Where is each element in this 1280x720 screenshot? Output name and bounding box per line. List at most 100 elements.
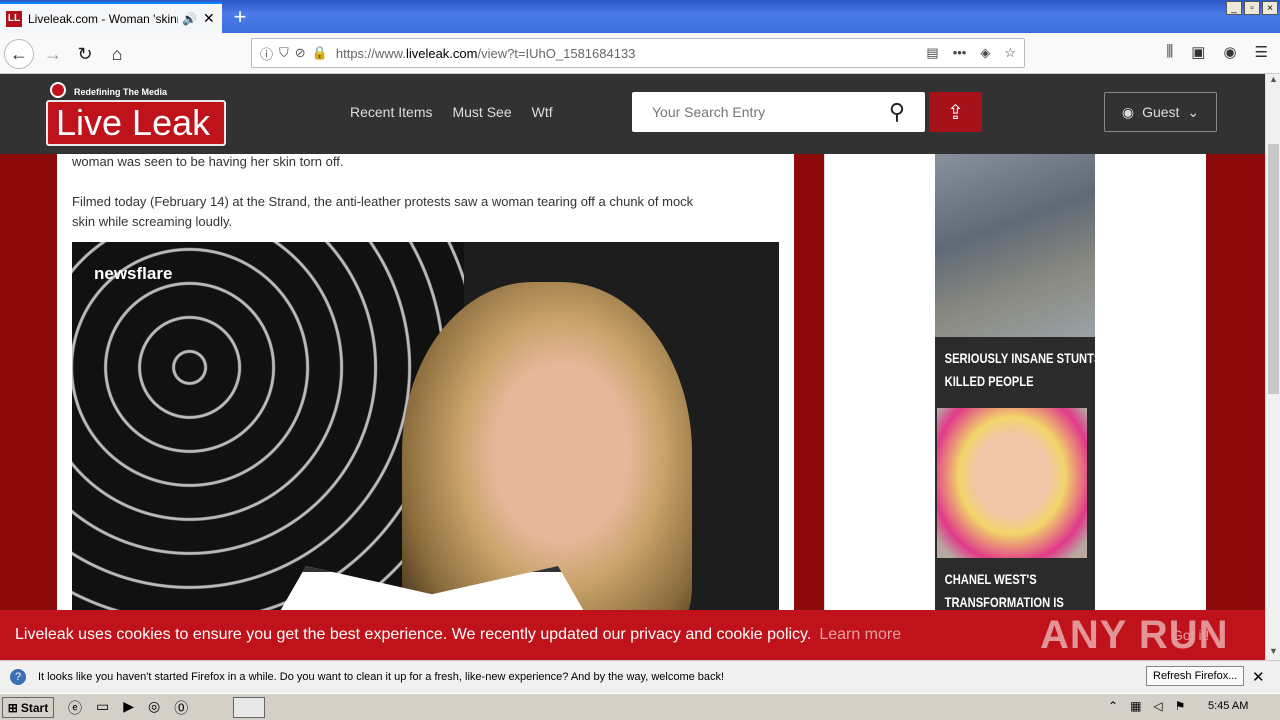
cookie-message: Liveleak uses cookies to ensure you get … xyxy=(15,626,812,643)
learn-more-link[interactable]: Learn more xyxy=(819,626,901,644)
network-icon[interactable]: ▦ xyxy=(1130,699,1141,713)
card-caption: SERIOUSLY INSANE STUNTS KILLED PEOPLE xyxy=(935,337,1102,403)
url-domain: liveleak.com xyxy=(405,45,478,61)
maximize-button[interactable]: ▫ xyxy=(1244,1,1260,15)
article-content: woman was seen to be having her skin tor… xyxy=(57,154,794,660)
navigation-toolbar: ← → ↻ ⌂ ⓘ ⛉ ⊘ 🔒 https://www.liveleak.com… xyxy=(0,33,1280,74)
refresh-firefox-button[interactable]: Refresh Firefox... xyxy=(1146,666,1245,686)
chrome-icon[interactable]: ◎ xyxy=(148,698,160,718)
window-controls: _ ▫ × xyxy=(1226,1,1278,15)
upload-button[interactable]: ⇪ xyxy=(929,92,982,132)
quick-launch: ⓔ ▭ ▶ ◎ ⓪ xyxy=(68,698,188,718)
close-tab-icon[interactable]: ✕ xyxy=(203,10,215,27)
url-actions: ▤ ••• ◈ ☆ xyxy=(926,45,1016,61)
article-text-line: skin while screaming loudly. xyxy=(72,214,233,229)
toolbar-icons: ⫼ ▣ ◉ ☰ xyxy=(1166,43,1268,61)
clock: 5:45 AM xyxy=(1208,700,1249,712)
opera-icon[interactable]: ⓪ xyxy=(174,698,188,718)
screen: LL Liveleak.com - Woman 'skinned 🔊 ✕ + _… xyxy=(0,0,1280,720)
media-player-icon[interactable]: ▶ xyxy=(123,698,134,718)
guest-menu-button[interactable]: ◉ Guest ⌄ xyxy=(1104,92,1217,132)
nav-recent-items[interactable]: Recent Items xyxy=(350,104,432,120)
firefox-task-button[interactable] xyxy=(233,697,265,718)
card-thumbnail xyxy=(937,408,1087,558)
scroll-down-icon[interactable]: ▼ xyxy=(1266,646,1280,660)
home-icon: ⌂ xyxy=(111,43,123,64)
info-icon[interactable]: ⓘ xyxy=(260,44,273,63)
reload-icon: ↻ xyxy=(77,43,93,64)
caption-line: KILLED PEOPLE xyxy=(944,373,1034,389)
url-bar[interactable]: ⓘ ⛉ ⊘ 🔒 https://www.liveleak.com/view?t=… xyxy=(251,38,1025,68)
site-nav: Recent Items Must See Wtf xyxy=(350,104,553,120)
search-input[interactable] xyxy=(652,104,889,120)
question-icon: ? xyxy=(10,669,26,685)
url-prefix: https://www. xyxy=(335,45,406,61)
close-window-button[interactable]: × xyxy=(1262,1,1278,15)
newsflare-watermark: newsflare xyxy=(94,264,173,283)
forward-button[interactable]: → xyxy=(38,39,68,69)
search-icon[interactable]: ⚲ xyxy=(889,99,905,125)
library-icon[interactable]: ⫼ xyxy=(1166,43,1173,61)
ie-icon[interactable]: ⓔ xyxy=(68,698,82,718)
article-text-line: woman was seen to be having her skin tor… xyxy=(72,154,344,169)
windows-logo-icon: ⊞ xyxy=(7,700,18,715)
start-button[interactable]: ⊞ Start xyxy=(2,697,54,718)
arrow-left-icon: ← xyxy=(10,43,28,64)
url-text[interactable]: https://www.liveleak.com/view?t=IUhO_158… xyxy=(336,46,927,61)
caption-line: TRANSFORMATION IS xyxy=(944,594,1064,610)
volume-icon[interactable]: ◁ xyxy=(1153,699,1162,713)
page-actions-icon[interactable]: ••• xyxy=(953,45,967,61)
new-tab-button[interactable]: + xyxy=(228,4,252,30)
article-text-line: Filmed today (February 14) at the Strand… xyxy=(72,194,694,209)
reader-view-icon[interactable]: ▤ xyxy=(926,45,938,61)
close-notification-icon[interactable]: ✕ xyxy=(1252,668,1265,686)
liveleak-logo[interactable]: Redefining The Media Live Leak xyxy=(46,82,226,146)
caption-line: CHANEL WEST'S xyxy=(944,571,1037,587)
sidebar-icon[interactable]: ▣ xyxy=(1191,43,1205,61)
nav-must-see[interactable]: Must See xyxy=(452,104,511,120)
caption-line: SERIOUSLY INSANE STUNTS xyxy=(944,350,1102,366)
user-icon: ◉ xyxy=(1121,103,1135,120)
guest-label: Guest xyxy=(1142,104,1180,120)
reload-button[interactable]: ↻ xyxy=(70,39,100,69)
back-button[interactable]: ← xyxy=(4,39,34,69)
web-page: Redefining The Media Live Leak Recent It… xyxy=(0,74,1265,660)
notification-message: It looks like you haven't started Firefo… xyxy=(38,671,725,683)
home-button[interactable]: ⌂ xyxy=(102,39,132,69)
video-player[interactable]: newsflare xyxy=(72,242,779,660)
page-scrollbar[interactable]: ▲ ▼ xyxy=(1265,74,1280,660)
nav-wtf[interactable]: Wtf xyxy=(532,104,553,120)
cookie-banner: Liveleak uses cookies to ensure you get … xyxy=(0,610,1265,660)
speaker-icon[interactable]: 🔊 xyxy=(182,12,197,26)
flag-icon[interactable]: ⚑ xyxy=(1175,699,1186,713)
sidebar-card[interactable]: SERIOUSLY INSANE STUNTS KILLED PEOPLE xyxy=(935,154,1102,408)
liveleak-favicon-icon: LL xyxy=(6,10,22,27)
scrollbar-thumb[interactable] xyxy=(1268,144,1279,394)
scroll-up-icon[interactable]: ▲ xyxy=(1266,74,1280,88)
sidebar: SERIOUSLY INSANE STUNTS KILLED PEOPLE CHA… xyxy=(824,154,1206,660)
got-it-button[interactable]: Got it! xyxy=(1172,627,1209,643)
refresh-notification-bar: ? It looks like you haven't started Fire… xyxy=(0,660,1280,693)
tab-title: Liveleak.com - Woman 'skinned xyxy=(28,11,178,26)
logo-text: Live Leak xyxy=(46,100,226,146)
tray-expand-icon[interactable]: ⌃ xyxy=(1108,699,1118,713)
logo-tagline: Redefining The Media xyxy=(74,87,168,97)
tab-strip: LL Liveleak.com - Woman 'skinned 🔊 ✕ + _… xyxy=(0,0,1280,33)
tracking-shield-icon[interactable]: ⛉ xyxy=(279,45,289,61)
site-header: Redefining The Media Live Leak Recent It… xyxy=(0,74,1265,154)
chevron-down-icon: ⌄ xyxy=(1187,103,1200,120)
bookmark-star-icon[interactable]: ☆ xyxy=(1004,45,1016,61)
url-path: /view?t=IUhO_1581684133 xyxy=(477,45,636,61)
arrow-right-icon: → xyxy=(44,43,62,64)
menu-icon[interactable]: ☰ xyxy=(1255,43,1268,61)
account-icon[interactable]: ◉ xyxy=(1223,43,1236,61)
site-search: ⚲ xyxy=(632,92,925,132)
lock-icon[interactable]: 🔒 xyxy=(312,45,328,61)
permissions-icon[interactable]: ⊘ xyxy=(295,45,306,61)
browser-tab[interactable]: LL Liveleak.com - Woman 'skinned 🔊 ✕ xyxy=(0,2,222,33)
taskbar: ⊞ Start ⓔ ▭ ▶ ◎ ⓪ ⌃ ▦ ◁ ⚑ 5:45 AM xyxy=(0,693,1280,720)
pocket-icon[interactable]: ◈ xyxy=(980,45,990,61)
minimize-button[interactable]: _ xyxy=(1226,1,1242,15)
folder-icon[interactable]: ▭ xyxy=(96,698,109,718)
upload-icon: ⇪ xyxy=(947,101,964,124)
